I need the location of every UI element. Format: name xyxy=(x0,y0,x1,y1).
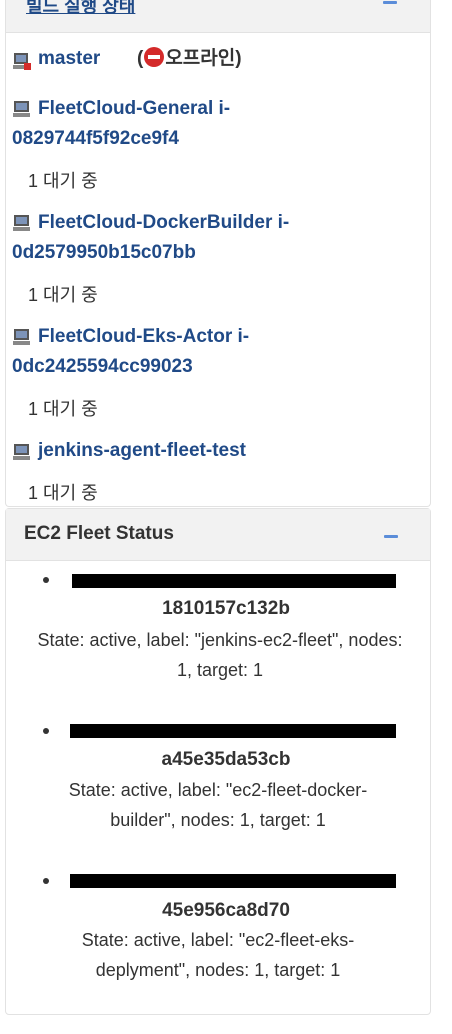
executor-idle-status: 1 대기 중 xyxy=(28,285,98,305)
fleet-id-suffix[interactable]: a45e35da53cb xyxy=(0,749,452,771)
offline-paren: ( xyxy=(137,48,144,69)
stop-icon xyxy=(144,47,165,67)
fleet-panel-title: EC2 Fleet Status xyxy=(24,523,174,544)
executor-idle-status: 1 대기 중 xyxy=(28,399,98,419)
node-link-fleetcloud-dockerbuilder[interactable]: FleetCloud-DockerBuilder i- xyxy=(38,208,289,238)
list-bullet xyxy=(43,577,49,583)
node-link-fleetcloud-eks-actor[interactable]: FleetCloud-Eks-Actor i- xyxy=(38,322,249,352)
node-link-fleetcloud-general[interactable]: FleetCloud-General i- xyxy=(38,94,230,124)
fleet-state-line: 1, target: 1 xyxy=(176,660,264,680)
fleet-state-line: deplyment", nodes: 1, target: 1 xyxy=(95,960,341,980)
redacted-fleet-id xyxy=(70,724,396,738)
list-bullet xyxy=(43,878,49,884)
collapse-icon[interactable] xyxy=(384,535,398,538)
node-link-fleetcloud-dockerbuilder-id[interactable]: 0d2579950b15c07bb xyxy=(12,238,196,268)
redacted-fleet-id xyxy=(72,574,396,588)
fleet-state-line: State: active, label: "ec2-fleet-eks- xyxy=(81,930,355,950)
list-bullet xyxy=(43,728,49,734)
offline-status: ( 오프라인) xyxy=(137,47,242,71)
node-link-jenkins-agent-fleet-test[interactable]: jenkins-agent-fleet-test xyxy=(38,436,246,466)
computer-offline-icon xyxy=(13,53,31,70)
fleet-state-line: State: active, label: "jenkins-ec2-fleet… xyxy=(37,630,403,650)
fleet-id-suffix[interactable]: 45e956ca8d70 xyxy=(0,900,452,922)
executor-idle-status: 1 대기 중 xyxy=(28,483,98,503)
collapse-icon[interactable] xyxy=(383,1,397,4)
fleet-state-line: builder", nodes: 1, target: 1 xyxy=(110,810,326,830)
executor-panel-title[interactable]: 빌드 실행 상태 xyxy=(26,0,135,18)
executor-panel-header: 빌드 실행 상태 xyxy=(6,0,430,33)
node-link-fleetcloud-general-id[interactable]: 0829744f5f92ce9f4 xyxy=(12,124,179,154)
computer-icon xyxy=(13,444,30,460)
fleet-id-suffix[interactable]: 1810157c132b xyxy=(0,598,452,620)
computer-icon xyxy=(13,101,30,117)
fleet-state-line: State: active, label: "ec2-fleet-docker- xyxy=(68,780,368,800)
offline-label: 오프라인) xyxy=(165,48,242,69)
node-link-fleetcloud-eks-actor-id[interactable]: 0dc2425594cc99023 xyxy=(12,352,193,382)
redacted-fleet-id xyxy=(70,874,396,888)
computer-icon xyxy=(13,215,30,231)
executor-idle-status: 1 대기 중 xyxy=(28,171,98,191)
computer-icon xyxy=(13,329,30,345)
node-link-master[interactable]: master xyxy=(38,44,100,74)
fleet-panel-header: EC2 Fleet Status xyxy=(6,509,430,561)
